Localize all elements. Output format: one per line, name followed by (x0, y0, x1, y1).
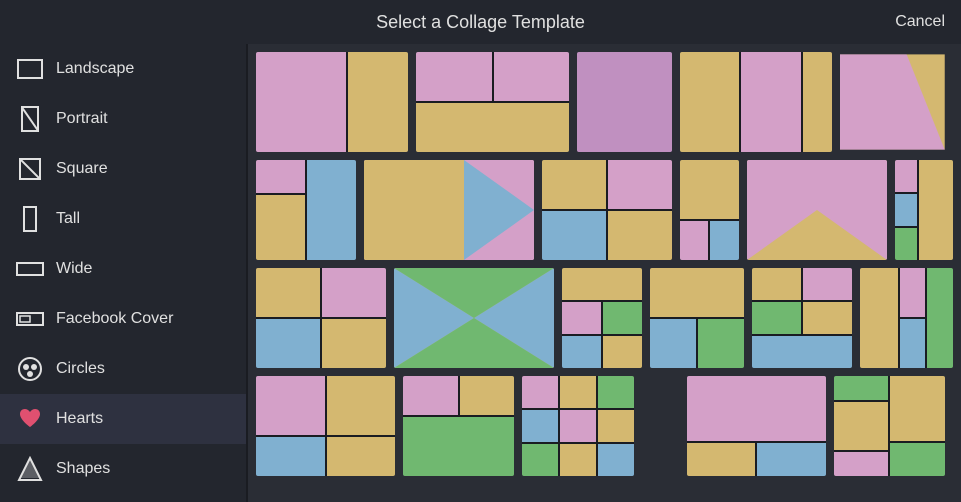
sidebar-item-halloween[interactable]: Halloween (0, 494, 246, 502)
sidebar-item-wide[interactable]: Wide (0, 244, 246, 294)
template-2-6[interactable] (895, 160, 954, 260)
template-3-4[interactable] (650, 268, 744, 368)
tall-icon (16, 205, 44, 233)
template-1-4[interactable] (680, 52, 832, 152)
header: Select a Collage Template Cancel (0, 0, 961, 44)
template-3-2[interactable] (394, 268, 554, 368)
sidebar-item-shapes[interactable]: Shapes (0, 444, 246, 494)
shapes-icon (16, 455, 44, 483)
facebook-icon (16, 305, 44, 333)
wide-icon (16, 255, 44, 283)
template-2-2[interactable] (364, 160, 534, 260)
dialog-title: Select a Collage Template (376, 12, 585, 33)
template-row-2 (256, 160, 953, 260)
sidebar-label-circles: Circles (56, 360, 105, 378)
template-4-5[interactable] (687, 376, 826, 476)
sidebar-label-landscape: Landscape (56, 60, 134, 78)
template-3-6[interactable] (860, 268, 954, 368)
template-row-4 (256, 376, 953, 476)
template-3-5[interactable] (752, 268, 852, 368)
template-row-1 (256, 52, 953, 152)
hearts-icon (16, 405, 44, 433)
sidebar-label-tall: Tall (56, 210, 80, 228)
sidebar-item-portrait[interactable]: Portrait (0, 94, 246, 144)
sidebar-label-facebook: Facebook Cover (56, 310, 173, 328)
cancel-button[interactable]: Cancel (895, 13, 945, 31)
sidebar-label-square: Square (56, 160, 108, 178)
template-1-1[interactable] (256, 52, 408, 152)
circles-icon (16, 355, 44, 383)
square-icon (16, 155, 44, 183)
template-gap (642, 376, 679, 476)
sidebar-label-wide: Wide (56, 260, 92, 278)
sidebar-item-square[interactable]: Square (0, 144, 246, 194)
sidebar-item-circles[interactable]: Circles (0, 344, 246, 394)
template-4-6[interactable] (834, 376, 945, 476)
sidebar-label-shapes: Shapes (56, 460, 110, 478)
sidebar-label-portrait: Portrait (56, 110, 108, 128)
template-4-1[interactable] (256, 376, 395, 476)
sidebar-item-hearts[interactable]: Hearts (0, 394, 246, 444)
main-content: Landscape Portrait Square (0, 44, 961, 502)
template-1-3[interactable] (577, 52, 672, 152)
template-1-2[interactable] (416, 52, 568, 152)
portrait-icon (16, 105, 44, 133)
sidebar-label-hearts: Hearts (56, 410, 103, 428)
sidebar-item-landscape[interactable]: Landscape (0, 44, 246, 94)
template-4-2[interactable] (403, 376, 514, 476)
template-1-5[interactable] (840, 52, 945, 152)
template-3-1[interactable] (256, 268, 386, 368)
template-4-3[interactable] (522, 376, 633, 476)
template-2-4[interactable] (680, 160, 739, 260)
template-grid (248, 44, 961, 502)
sidebar-item-tall[interactable]: Tall (0, 194, 246, 244)
template-2-1[interactable] (256, 160, 356, 260)
template-2-5[interactable] (747, 160, 887, 260)
sidebar-item-facebook[interactable]: Facebook Cover (0, 294, 246, 344)
template-row-3 (256, 268, 953, 368)
landscape-icon (16, 55, 44, 83)
template-2-3[interactable] (542, 160, 672, 260)
sidebar: Landscape Portrait Square (0, 44, 248, 502)
template-3-3[interactable] (562, 268, 642, 368)
